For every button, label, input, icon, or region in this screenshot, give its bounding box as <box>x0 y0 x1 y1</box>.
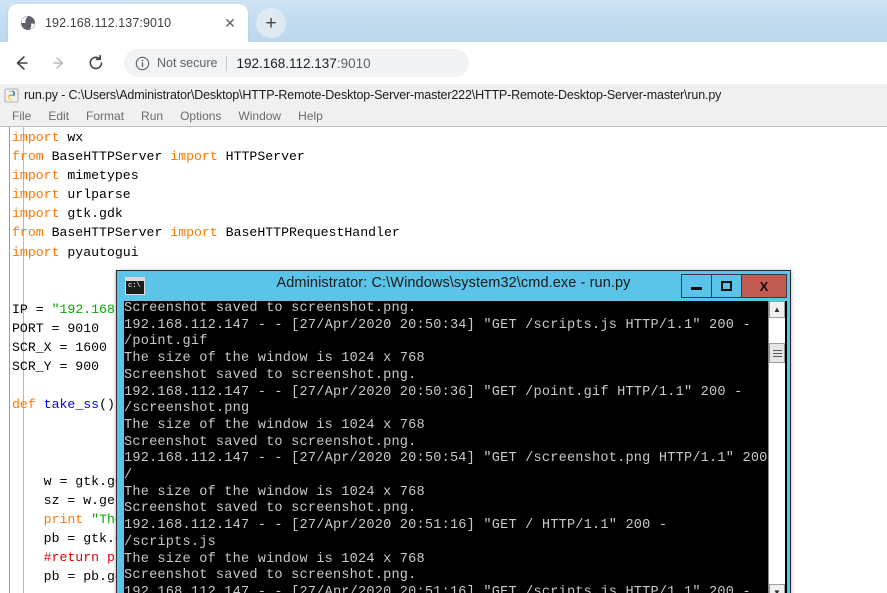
forward-arrow-icon[interactable] <box>44 48 74 78</box>
browser-tab-strip: 192.168.112.137:9010 ✕ + <box>0 0 887 42</box>
menu-item-window[interactable]: Window <box>238 109 281 123</box>
menu-item-run[interactable]: Run <box>141 109 163 123</box>
new-tab-button[interactable]: + <box>256 8 286 38</box>
close-button[interactable]: X <box>741 274 787 298</box>
maximize-icon[interactable] <box>711 274 742 298</box>
url-port: :9010 <box>336 55 371 71</box>
scrollbar-thumb[interactable] <box>769 343 785 363</box>
url-host: 192.168.112.137 <box>236 55 337 71</box>
info-circle-icon[interactable] <box>135 56 150 71</box>
cmd-window[interactable]: c:\ Administrator: C:\Windows\system32\c… <box>116 270 791 593</box>
minimize-icon[interactable] <box>681 274 712 298</box>
scroll-down-arrow-icon[interactable]: ▼ <box>769 584 785 593</box>
screenshot-root: 192.168.112.137:9010 ✕ + Not secure 192.… <box>0 0 887 593</box>
scrollbar-grip-icon <box>772 349 782 357</box>
security-status-label: Not secure <box>157 56 218 70</box>
cmd-console-output[interactable]: Screenshot saved to screenshot.png. 192.… <box>122 301 787 593</box>
back-arrow-icon[interactable] <box>7 48 37 78</box>
python-idle-icon <box>4 88 19 103</box>
address-bar[interactable]: Not secure 192.168.112.137:9010 <box>124 49 469 77</box>
idle-window-titlebar: run.py - C:\Users\Administrator\Desktop\… <box>0 84 887 107</box>
console-scrollbar[interactable]: ▲ ▼ <box>768 301 785 593</box>
editor-left-border <box>9 127 10 593</box>
menu-item-edit[interactable]: Edit <box>48 109 69 123</box>
omnibox-divider <box>226 55 228 71</box>
menu-item-format[interactable]: Format <box>86 109 124 123</box>
browser-tab-title: 192.168.112.137:9010 <box>45 16 172 30</box>
remote-desktop-viewport[interactable]: run.py - C:\Users\Administrator\Desktop\… <box>0 84 887 593</box>
scroll-up-arrow-icon[interactable]: ▲ <box>769 301 785 318</box>
menu-item-help[interactable]: Help <box>298 109 323 123</box>
menu-item-file[interactable]: File <box>12 109 31 123</box>
globe-icon <box>20 15 36 31</box>
address-bar-url: 192.168.112.137:9010 <box>236 56 370 71</box>
cmd-titlebar[interactable]: c:\ Administrator: C:\Windows\system32\c… <box>117 271 790 301</box>
close-icon[interactable]: ✕ <box>220 13 240 33</box>
console-text: Screenshot saved to screenshot.png. 192.… <box>124 301 784 593</box>
cmd-window-controls: X <box>681 274 787 298</box>
idle-menu-bar: File Edit Format Run Options Window Help <box>0 106 887 127</box>
menu-item-options[interactable]: Options <box>180 109 221 123</box>
browser-toolbar: Not secure 192.168.112.137:9010 <box>0 42 887 85</box>
idle-window-title: run.py - C:\Users\Administrator\Desktop\… <box>24 88 722 102</box>
browser-tab[interactable]: 192.168.112.137:9010 ✕ <box>8 4 248 42</box>
reload-icon[interactable] <box>81 48 111 78</box>
